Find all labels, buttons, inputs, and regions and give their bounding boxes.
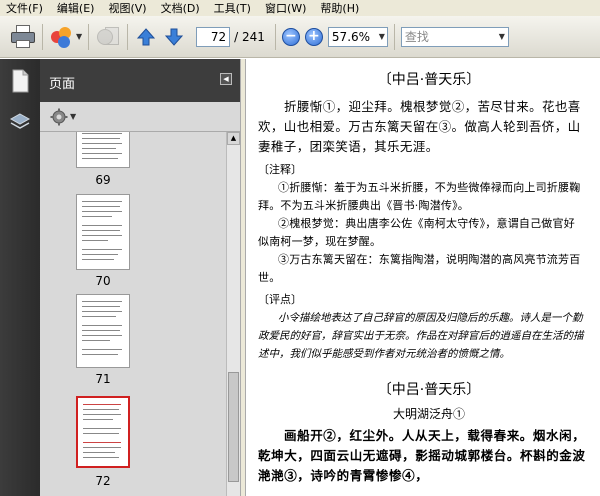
create-pdf-icon <box>49 25 73 49</box>
comment-heading: 〔评点〕 <box>258 293 302 306</box>
toolbar-divider <box>393 23 395 50</box>
menu-file[interactable]: 文件(F) <box>6 0 43 16</box>
toolbar-divider <box>88 23 90 50</box>
arrow-down-icon <box>165 28 184 46</box>
chevron-down-icon: ▼ <box>498 31 505 41</box>
menu-document[interactable]: 文档(D) <box>161 0 200 16</box>
zoom-select[interactable]: 57.6% ▼ <box>327 26 388 47</box>
zoom-out-button[interactable]: − <box>281 27 300 46</box>
comment-text: 小令描绘地表达了自己辞官的原因及归隐后的乐趣。诗人是一个勤政爱民的好官，辞官实出… <box>258 312 584 360</box>
menu-help[interactable]: 帮助(H) <box>320 0 359 16</box>
arrow-up-icon <box>137 27 156 45</box>
page-thumbnail-71[interactable] <box>76 294 130 368</box>
menu-tools[interactable]: 工具(T) <box>214 0 251 16</box>
gear-icon[interactable] <box>50 108 68 126</box>
poem-subtitle: 大明湖泛舟① <box>392 407 465 421</box>
page-total: / 241 <box>234 29 265 44</box>
note-text: ①折腰惭：羞于为五斗米折腰，不为些微俸禄而向上司折腰鞠拜。不为五斗米折腰典出《晋… <box>258 181 581 212</box>
chevron-down-icon[interactable]: ▼ <box>70 112 76 121</box>
layers-icon[interactable] <box>9 111 31 133</box>
collaborate-icon <box>95 25 121 49</box>
menu-view[interactable]: 视图(V) <box>108 0 146 16</box>
thumbnail-label: 71 <box>95 372 111 386</box>
scroll-up-icon[interactable]: ▲ <box>227 132 240 145</box>
page-number-input[interactable]: 72 <box>196 26 231 47</box>
chevron-down-icon: ▼ <box>378 31 385 41</box>
chevron-down-icon: ▼ <box>76 32 83 41</box>
thumbnail-label: 72 <box>95 474 111 488</box>
poem-title: 〔中吕·普天乐〕 <box>377 382 481 398</box>
panel-toolbar: ▼ <box>40 102 240 132</box>
thumbnail-scrollbar[interactable]: ▲ <box>226 132 240 496</box>
search-input[interactable]: 查找 ▼ <box>400 26 509 47</box>
printer-icon <box>10 24 36 49</box>
toolbar-divider <box>274 23 276 50</box>
poem-text: 画船开②，红尘外。人从天上，载得春来。烟水闲，乾坤大，四面云山无遮碍，影摇动城郭… <box>258 428 586 483</box>
notes-heading: 〔注释〕 <box>258 163 302 176</box>
previous-page-button[interactable] <box>134 25 158 49</box>
scrollbar-thumb[interactable] <box>228 372 239 482</box>
zoom-in-button[interactable]: + <box>304 27 323 46</box>
toolbar-divider <box>42 23 43 50</box>
pages-icon[interactable] <box>10 69 30 93</box>
poem-text: 折腰惭①，迎尘拜。槐根梦觉②，苦尽甘来。花也喜欢，山也相爱。万古东篱天留在③。做… <box>258 99 581 154</box>
collaborate-button <box>95 23 121 51</box>
note-text: ③万古东篱天留在：东篱指陶潜，说明陶潜的高风亮节流芳百世。 <box>258 253 581 284</box>
create-button[interactable]: ▼ <box>49 23 82 51</box>
menu-bar: 文件(F) 编辑(E) 视图(V) 文档(D) 工具(T) 窗口(W) 帮助(H… <box>0 0 600 16</box>
thumbnail-label: 69 <box>95 173 111 187</box>
pages-panel-header: 页面 ◀ <box>40 59 240 102</box>
note-text: ②槐根梦觉：典出唐李公佐《南柯太守传》，意谓自己做官好似南柯一梦，现在梦醒。 <box>258 217 575 248</box>
toolbar: ▼ 72 / 241 − + 57.6% ▼ 查找 ▼ <box>0 16 600 58</box>
toolbar-divider <box>127 23 129 50</box>
print-button[interactable] <box>10 23 36 51</box>
poem-title: 〔中吕·普天乐〕 <box>377 72 481 88</box>
navigation-strip <box>0 59 40 496</box>
thumbnail-list: 69 70 71 72 <box>40 132 226 496</box>
next-page-button[interactable] <box>162 25 186 49</box>
zoom-value: 57.6% <box>331 29 371 44</box>
page-thumbnail-70[interactable] <box>76 194 130 270</box>
panel-title: 页面 <box>49 77 76 92</box>
search-placeholder: 查找 <box>404 29 429 44</box>
menu-window[interactable]: 窗口(W) <box>265 0 306 16</box>
page-thumbnail-72[interactable] <box>76 396 130 468</box>
thumbnail-label: 70 <box>95 274 111 288</box>
page-thumbnail-69[interactable] <box>76 132 130 168</box>
collapse-panel-button[interactable]: ◀ <box>220 73 232 85</box>
document-view: 〔中吕·普天乐〕 折腰惭①，迎尘拜。槐根梦觉②，苦尽甘来。花也喜欢，山也相爱。万… <box>246 59 600 496</box>
menu-edit[interactable]: 编辑(E) <box>57 0 95 16</box>
